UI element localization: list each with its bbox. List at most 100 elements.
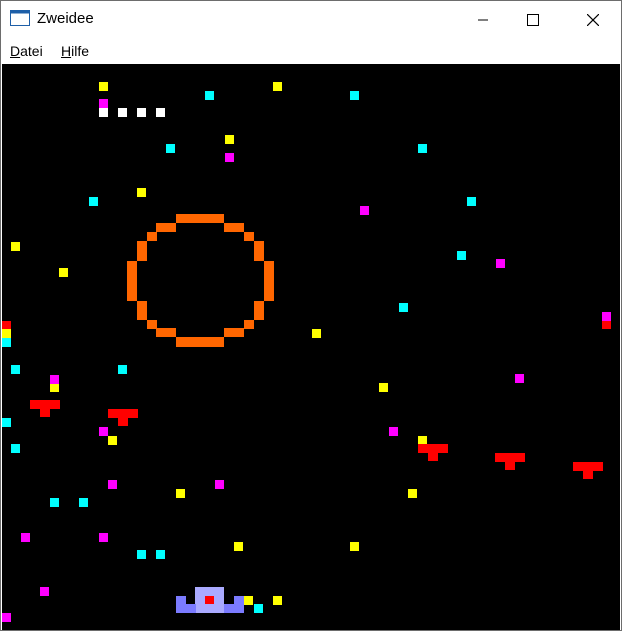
cyan-star bbox=[50, 498, 59, 507]
player-ship bbox=[234, 596, 244, 613]
magenta-star bbox=[602, 312, 611, 321]
enemy-ship bbox=[418, 444, 448, 453]
enemy-ship bbox=[40, 409, 50, 417]
life-marker bbox=[118, 108, 127, 117]
enemy-ship bbox=[505, 462, 515, 470]
magenta-star bbox=[215, 480, 224, 489]
magenta-star bbox=[225, 153, 234, 162]
cyan-star bbox=[205, 91, 214, 100]
magenta-star bbox=[99, 533, 108, 542]
magenta-star bbox=[40, 587, 49, 596]
yellow-star bbox=[50, 383, 59, 392]
orange-ring-segment bbox=[176, 337, 224, 347]
yellow-star bbox=[273, 82, 282, 91]
orange-ring-segment bbox=[147, 232, 157, 241]
cyan-star bbox=[254, 604, 263, 613]
cyan-star bbox=[2, 418, 11, 427]
magenta-star bbox=[515, 374, 524, 383]
yellow-star bbox=[273, 596, 282, 605]
game-field bbox=[2, 82, 611, 622]
cyan-star bbox=[457, 251, 466, 260]
enemy-ship bbox=[428, 453, 438, 461]
yellow-star bbox=[350, 542, 359, 551]
magenta-star bbox=[50, 375, 59, 384]
life-marker bbox=[137, 108, 146, 117]
life-marker bbox=[156, 108, 165, 117]
enemy-ship bbox=[108, 409, 138, 418]
orange-ring-segment bbox=[244, 232, 254, 241]
magenta-star bbox=[360, 206, 369, 215]
cyan-star bbox=[89, 197, 98, 206]
cyan-star bbox=[11, 365, 20, 374]
minimize-icon bbox=[478, 19, 488, 20]
orange-ring-segment bbox=[224, 223, 244, 232]
yellow-star bbox=[2, 329, 11, 338]
orange-ring-segment bbox=[254, 241, 264, 261]
game-canvas[interactable] bbox=[2, 64, 620, 630]
orange-ring-segment bbox=[127, 261, 137, 301]
orange-ring-segment bbox=[156, 328, 176, 337]
orange-ring-segment bbox=[147, 320, 157, 329]
yellow-star bbox=[176, 489, 185, 498]
cyan-star bbox=[399, 303, 408, 312]
cyan-star bbox=[156, 550, 165, 559]
enemy-marker bbox=[602, 321, 611, 329]
orange-ring-segment bbox=[244, 320, 254, 329]
yellow-star bbox=[379, 383, 388, 392]
yellow-star bbox=[418, 436, 427, 445]
orange-ring-segment bbox=[264, 261, 274, 301]
yellow-star bbox=[11, 242, 20, 251]
yellow-star bbox=[108, 436, 117, 445]
cyan-star bbox=[11, 444, 20, 453]
yellow-star bbox=[312, 329, 321, 338]
maximize-icon bbox=[527, 13, 539, 26]
window-title: Zweidee bbox=[37, 10, 94, 27]
cyan-star bbox=[2, 338, 11, 347]
cyan-star bbox=[418, 144, 427, 153]
magenta-star bbox=[99, 99, 108, 108]
menu-bar: Datei Hilfe bbox=[1, 39, 621, 63]
cyan-star bbox=[79, 498, 88, 507]
maximize-button[interactable] bbox=[510, 1, 556, 38]
orange-ring-segment bbox=[254, 301, 264, 320]
yellow-star bbox=[225, 135, 234, 144]
enemy-marker bbox=[2, 321, 11, 329]
minimize-button[interactable] bbox=[460, 1, 506, 38]
magenta-star bbox=[2, 613, 11, 622]
yellow-star bbox=[408, 489, 417, 498]
player-ship-core bbox=[205, 596, 214, 604]
menu-datei[interactable]: Datei bbox=[10, 43, 43, 59]
magenta-star bbox=[21, 533, 30, 542]
cyan-star bbox=[350, 91, 359, 100]
yellow-star bbox=[244, 596, 253, 605]
title-bar: Zweidee bbox=[1, 1, 621, 38]
window-icon bbox=[10, 10, 30, 26]
cyan-star bbox=[166, 144, 175, 153]
cyan-star bbox=[118, 365, 127, 374]
player-ship bbox=[176, 596, 186, 613]
orange-ring-segment bbox=[156, 223, 176, 232]
yellow-star bbox=[59, 268, 68, 277]
player-ship bbox=[186, 604, 196, 613]
yellow-star bbox=[99, 82, 108, 91]
enemy-ship bbox=[30, 400, 60, 409]
orange-ring-segment bbox=[224, 328, 244, 337]
magenta-star bbox=[99, 427, 108, 436]
orange-ring-segment bbox=[137, 241, 147, 261]
magenta-star bbox=[389, 427, 398, 436]
enemy-ship bbox=[573, 462, 603, 471]
life-marker bbox=[99, 108, 108, 117]
orange-ring-segment bbox=[176, 214, 224, 223]
close-button[interactable] bbox=[570, 1, 616, 38]
app-window: Zweidee Datei Hilfe bbox=[0, 0, 622, 631]
yellow-star bbox=[137, 188, 146, 197]
menu-hilfe[interactable]: Hilfe bbox=[61, 43, 89, 59]
enemy-ship bbox=[583, 471, 593, 479]
enemy-ship bbox=[118, 418, 128, 426]
magenta-star bbox=[496, 259, 505, 268]
orange-ring-segment bbox=[137, 301, 147, 320]
cyan-star bbox=[467, 197, 476, 206]
yellow-star bbox=[234, 542, 243, 551]
player-ship bbox=[224, 604, 234, 613]
cyan-star bbox=[137, 550, 146, 559]
